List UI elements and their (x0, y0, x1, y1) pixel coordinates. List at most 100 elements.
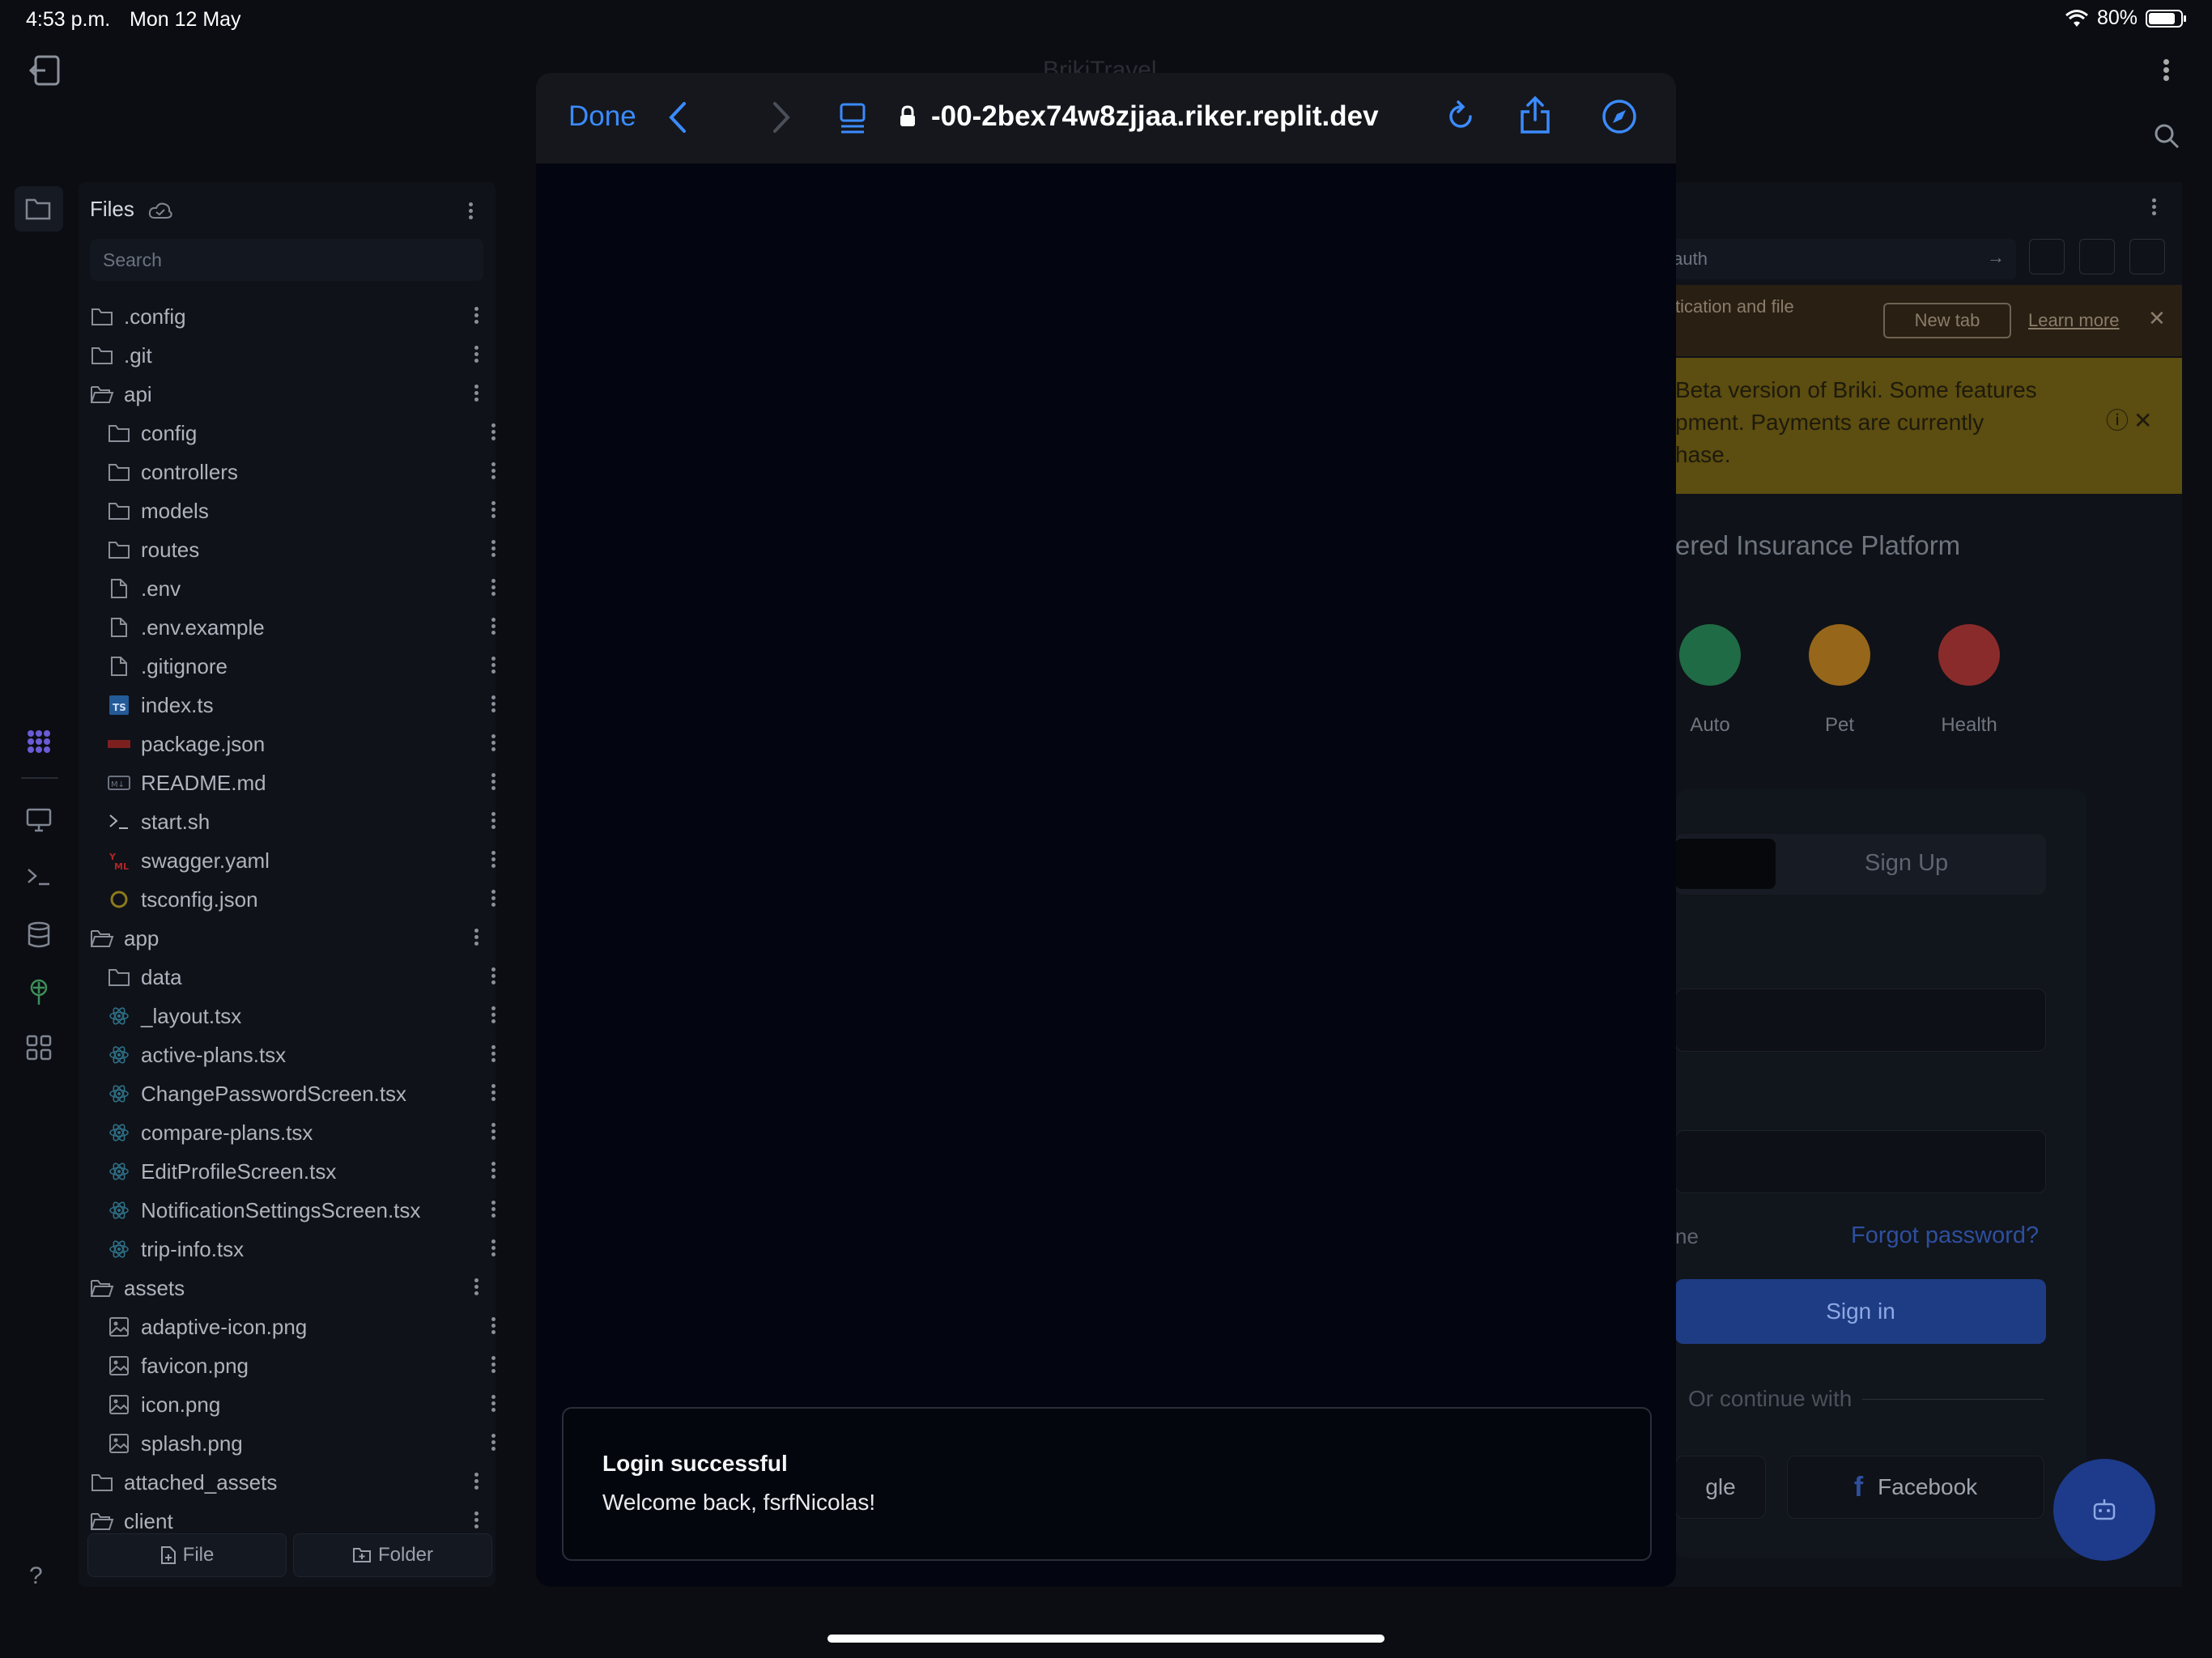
tree-row[interactable]: api (90, 375, 495, 414)
tree-row[interactable]: config (90, 414, 512, 453)
row-menu-icon[interactable] (491, 810, 496, 834)
row-menu-icon[interactable] (491, 1237, 496, 1261)
row-menu-icon[interactable] (491, 576, 496, 601)
row-menu-icon[interactable] (491, 1354, 496, 1378)
row-menu-icon[interactable] (491, 965, 496, 989)
tab-signup[interactable]: Sign Up (1865, 850, 1948, 877)
tree-row[interactable]: routes (90, 530, 512, 569)
row-menu-icon[interactable] (474, 304, 479, 329)
tree-row[interactable]: compare-plans.tsx (90, 1113, 512, 1152)
row-menu-icon[interactable] (491, 1082, 496, 1106)
row-menu-icon[interactable] (491, 538, 496, 562)
tree-row[interactable]: .config (90, 297, 495, 336)
pet-icon[interactable] (1809, 624, 1870, 686)
replit-agent-icon[interactable] (24, 727, 53, 756)
tree-row[interactable]: attached_assets (90, 1463, 495, 1502)
webview-menu-icon[interactable] (2152, 196, 2156, 218)
devices-icon[interactable] (2029, 239, 2065, 274)
webview-url-bar[interactable]: /auth → (1652, 239, 2016, 279)
tree-row[interactable]: active-plans.tsx (90, 1035, 512, 1074)
row-menu-icon[interactable] (474, 926, 479, 950)
tab-signin[interactable] (1675, 839, 1776, 889)
close-banner-icon[interactable]: ✕ (2148, 306, 2166, 331)
row-menu-icon[interactable] (491, 771, 496, 795)
tree-row[interactable]: M↓ README.md (90, 763, 512, 802)
new-folder-button[interactable]: Folder (293, 1533, 492, 1577)
tree-row[interactable]: adaptive-icon.png (90, 1307, 512, 1346)
tree-row[interactable]: NotificationSettingsScreen.tsx (90, 1191, 512, 1230)
tree-row[interactable]: models (90, 491, 512, 530)
home-indicator[interactable] (827, 1635, 1385, 1643)
health-icon[interactable] (1938, 624, 2000, 686)
tree-row[interactable]: .env.example (90, 608, 512, 647)
devtools-wrench-icon[interactable] (2079, 239, 2115, 274)
tree-row[interactable]: tsconfig.json (90, 880, 512, 919)
chat-bot-fab[interactable] (2053, 1459, 2155, 1561)
tree-row[interactable]: Y ML swagger.yaml (90, 841, 512, 880)
row-menu-icon[interactable] (491, 499, 496, 523)
new-tab-button[interactable]: New tab (1883, 303, 2011, 338)
google-button[interactable]: gle (1675, 1456, 1766, 1519)
tree-row[interactable]: icon.png (90, 1385, 512, 1424)
tree-row[interactable]: assets (90, 1269, 495, 1307)
row-menu-icon[interactable] (491, 1315, 496, 1339)
row-menu-icon[interactable] (491, 848, 496, 873)
tree-row[interactable]: .git (90, 336, 495, 375)
row-menu-icon[interactable] (474, 1276, 479, 1300)
row-menu-icon[interactable] (491, 615, 496, 640)
shell-icon[interactable] (26, 866, 52, 887)
files-search-input[interactable]: Search (90, 239, 483, 281)
back-chevron-icon[interactable] (667, 100, 688, 134)
preview-monitor-icon[interactable] (26, 808, 52, 832)
tree-row[interactable]: _layout.tsx (90, 997, 512, 1035)
more-vertical-icon[interactable] (2162, 57, 2170, 83)
tree-row[interactable]: trip-info.tsx (90, 1230, 512, 1269)
done-button[interactable]: Done (568, 100, 636, 133)
database-icon[interactable] (27, 921, 51, 949)
tree-row[interactable]: EditProfileScreen.tsx (90, 1152, 512, 1191)
row-menu-icon[interactable] (491, 1159, 496, 1184)
forgot-password-link[interactable]: Forgot password? (1851, 1222, 2039, 1249)
tree-row[interactable]: splash.png (90, 1424, 512, 1463)
forward-chevron-icon[interactable] (771, 100, 792, 134)
facebook-button[interactable]: f Facebook (1787, 1456, 2044, 1519)
compass-icon[interactable] (1602, 99, 1637, 134)
row-menu-icon[interactable] (474, 343, 479, 368)
exit-icon[interactable] (28, 53, 62, 87)
row-menu-icon[interactable] (491, 1004, 496, 1028)
email-field[interactable] (1675, 988, 2046, 1052)
row-menu-icon[interactable] (491, 1198, 496, 1222)
new-file-button[interactable]: File (87, 1533, 287, 1577)
row-menu-icon[interactable] (491, 693, 496, 717)
help-icon[interactable]: ? (29, 1562, 43, 1590)
tree-row[interactable]: app (90, 919, 495, 958)
deployments-icon[interactable] (26, 978, 52, 1005)
auto-icon[interactable] (1679, 624, 1741, 686)
row-menu-icon[interactable] (491, 887, 496, 912)
tree-row[interactable]: .gitignore (90, 647, 512, 686)
row-menu-icon[interactable] (491, 1120, 496, 1145)
close-notice-icon[interactable]: ✕ (2133, 405, 2152, 437)
tree-row[interactable]: .env (90, 569, 512, 608)
row-menu-icon[interactable] (491, 421, 496, 445)
row-menu-icon[interactable] (491, 1392, 496, 1417)
remember-me-label[interactable]: ne (1675, 1224, 1699, 1249)
search-icon[interactable] (2154, 123, 2180, 149)
row-menu-icon[interactable] (491, 732, 496, 756)
row-menu-icon[interactable] (474, 1470, 479, 1494)
tree-row[interactable]: TS index.ts (90, 686, 512, 725)
row-menu-icon[interactable] (491, 654, 496, 678)
row-menu-icon[interactable] (491, 1431, 496, 1456)
tree-row[interactable]: start.sh (90, 802, 512, 841)
share-icon[interactable] (1519, 96, 1551, 134)
go-arrow-icon[interactable]: → (1987, 247, 2005, 268)
password-field[interactable] (1675, 1130, 2046, 1193)
reader-view-icon[interactable] (839, 102, 866, 134)
tree-row[interactable]: favicon.png (90, 1346, 512, 1385)
files-menu-icon[interactable] (469, 200, 473, 222)
tree-row[interactable]: ChangePasswordScreen.tsx (90, 1074, 512, 1113)
collapse-files-icon[interactable] (15, 186, 63, 232)
row-menu-icon[interactable] (474, 1509, 479, 1533)
all-tools-icon[interactable] (26, 1035, 52, 1061)
row-menu-icon[interactable] (491, 1043, 496, 1067)
